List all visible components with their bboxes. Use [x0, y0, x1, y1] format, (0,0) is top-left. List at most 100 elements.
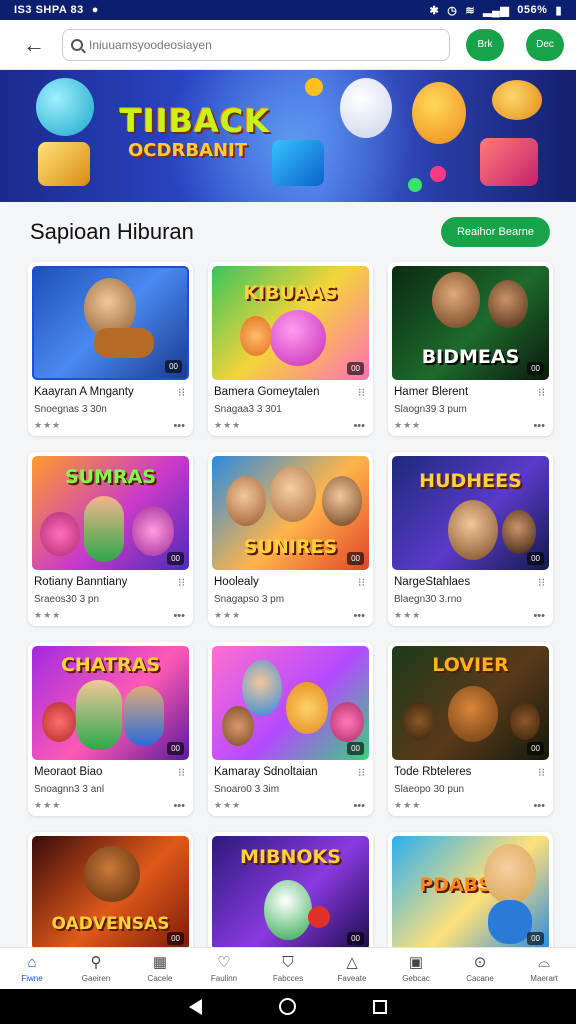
home-circle-icon[interactable] [278, 998, 296, 1015]
thumb-character [448, 500, 498, 560]
back-triangle-icon[interactable] [188, 998, 202, 1015]
header-button-2[interactable]: Dec [526, 28, 564, 61]
banner-taco [492, 80, 542, 120]
game-title: Hamer Blerent [394, 386, 469, 398]
more-icon[interactable]: ••• [533, 800, 545, 812]
banner-title: TIIBACK [120, 102, 271, 140]
thumb-character [264, 880, 312, 940]
header-button-1[interactable]: Brk [466, 28, 504, 61]
nav-item-circle[interactable]: ⊙ Cacane [450, 953, 510, 983]
nav-item-profile[interactable]: ⌓ Maerart [514, 953, 574, 983]
game-subtitle: Snoaro0 3 3im [214, 784, 280, 795]
game-card[interactable]: 00 Kamaray Sdnoltaian Snoaro0 3 3im ★★★ … [208, 642, 373, 816]
game-grid: 00 Kaayran A Mnganty Snoegnas 3 30n ★★★ … [28, 262, 553, 1006]
game-subtitle: Snagapso 3 pm [214, 594, 285, 605]
battery-percent: 056% [517, 4, 548, 16]
banner-candy [430, 166, 446, 182]
more-icon[interactable]: ••• [533, 420, 545, 432]
nav-item-home[interactable]: ⌂ Fiwne [2, 954, 62, 983]
menu-dots-icon[interactable]: ⁝⁝ [178, 766, 185, 779]
grid-icon: ▦ [152, 953, 168, 971]
game-card[interactable]: SUMRAS 00 Rotiany Banntiany Sraeos30 3 p… [28, 452, 193, 626]
arrow-left-icon: ← [23, 31, 45, 57]
menu-dots-icon[interactable]: ⁝⁝ [358, 386, 365, 399]
system-nav-bar [0, 989, 576, 1024]
gallery-icon: ▣ [408, 953, 424, 971]
menu-dots-icon[interactable]: ⁝⁝ [538, 386, 545, 399]
more-icon[interactable]: ••• [353, 800, 365, 812]
promo-banner[interactable]: TIIBACK OCDRBANIT [0, 70, 576, 202]
thumb-badge: 00 [527, 742, 544, 755]
back-button[interactable]: ← [16, 27, 52, 63]
more-icon[interactable]: ••• [173, 420, 185, 432]
nav-item-gallery[interactable]: ▣ Gebcac [386, 953, 446, 983]
banner-ghost-character [340, 78, 392, 138]
rating-stars: ★★★ [214, 610, 242, 620]
nav-label: Faulinn [210, 973, 238, 983]
banner-cat-character [412, 82, 466, 144]
thumb-badge: 00 [165, 360, 182, 373]
nav-item-shield[interactable]: ⛉ Fabcces [258, 954, 318, 983]
thumb-character [322, 476, 362, 526]
menu-dots-icon[interactable]: ⁝⁝ [358, 766, 365, 779]
menu-dots-icon[interactable]: ⁝⁝ [538, 576, 545, 589]
nav-item-search[interactable]: ⚲ Gaeiren [66, 954, 126, 983]
battery-icon: ▮ [555, 4, 562, 17]
game-card[interactable]: 00 Kaayran A Mnganty Snoegnas 3 30n ★★★ … [28, 262, 193, 436]
game-subtitle: Snoagnn3 3 anl [34, 784, 105, 795]
signal-icon: ▂▄▆ [483, 4, 510, 17]
status-text: IS3 SHPA 83 [14, 4, 84, 16]
game-title: Bamera Gomeytalen [214, 386, 320, 398]
thumb-badge: 00 [347, 932, 364, 945]
game-card[interactable]: CHATRAS 00 Meoraot Biao Snoagnn3 3 anl ★… [28, 642, 193, 816]
thumb-character [488, 900, 532, 944]
recents-square-icon[interactable] [373, 999, 388, 1014]
game-thumbnail: OADVENSAS 00 [32, 836, 189, 950]
game-card[interactable]: KIBUAAS 00 Bamera Gomeytalen Snagaa3 3 3… [208, 262, 373, 436]
rating-stars: ★★★ [394, 610, 422, 620]
game-thumbnail: MIBNOKS 00 [212, 836, 369, 950]
more-icon[interactable]: ••• [353, 610, 365, 622]
status-bar: IS3 SHPA 83 ● ✱ ◷ ≋ ▂▄▆ 056% ▮ [0, 0, 576, 20]
user-icon: ⌓ [538, 953, 550, 971]
game-card[interactable]: HUDHEES 00 NargeStahlaes Blaegn30 3.rno … [388, 452, 553, 626]
menu-dots-icon[interactable]: ⁝⁝ [178, 386, 185, 399]
circle-icon: ⊙ [473, 953, 487, 971]
search-box[interactable] [62, 28, 450, 61]
rating-stars: ★★★ [34, 420, 62, 430]
game-title: Kamaray Sdnoltaian [214, 766, 318, 778]
nav-item-grid[interactable]: ▦ Cacele [130, 953, 190, 983]
thumb-character [270, 466, 316, 522]
game-card[interactable]: BIDMEAS 00 Hamer Blerent Slaogn39 3 pum … [388, 262, 553, 436]
nav-item-bell[interactable]: △ Faveate [322, 954, 382, 983]
menu-dots-icon[interactable]: ⁝⁝ [358, 576, 365, 589]
game-card[interactable]: SUNIRES 00 Hoolealy Snagapso 3 pm ★★★ ⁝⁝… [208, 452, 373, 626]
more-icon[interactable]: ••• [533, 610, 545, 622]
thumb-character [488, 280, 528, 328]
thumb-badge: 00 [347, 362, 364, 375]
status-right: ✱ ◷ ≋ ▂▄▆ 056% ▮ [430, 4, 562, 17]
more-icon[interactable]: ••• [173, 610, 185, 622]
game-card[interactable]: LOVIER 00 Tode Rbteleres Slaeopo 30 pun … [388, 642, 553, 816]
thumb-character [42, 702, 76, 742]
nav-item-favorites[interactable]: ♡ Faulinn [194, 954, 254, 983]
game-title: Kaayran A Mnganty [34, 386, 134, 398]
nav-label: Gebcac [402, 973, 430, 983]
menu-dots-icon[interactable]: ⁝⁝ [538, 766, 545, 779]
more-icon[interactable]: ••• [173, 800, 185, 812]
game-subtitle: Slaogn39 3 pum [394, 404, 467, 415]
game-thumbnail: SUMRAS 00 [32, 456, 189, 570]
search-input[interactable] [89, 37, 441, 52]
game-title: Meoraot Biao [34, 766, 103, 778]
see-more-button[interactable]: Reaihor Bearne [440, 217, 550, 247]
thumb-character [502, 510, 536, 554]
game-thumbnail: SUNIRES 00 [212, 456, 369, 570]
wifi-icon: ≋ [465, 4, 476, 17]
game-subtitle: Snagaa3 3 301 [214, 404, 282, 415]
more-icon[interactable]: ••• [353, 420, 365, 432]
game-thumbnail: 00 [32, 266, 189, 380]
menu-dots-icon[interactable]: ⁝⁝ [178, 576, 185, 589]
thumb-badge: 00 [527, 552, 544, 565]
search-icon [71, 38, 83, 51]
thumb-character [84, 846, 140, 902]
